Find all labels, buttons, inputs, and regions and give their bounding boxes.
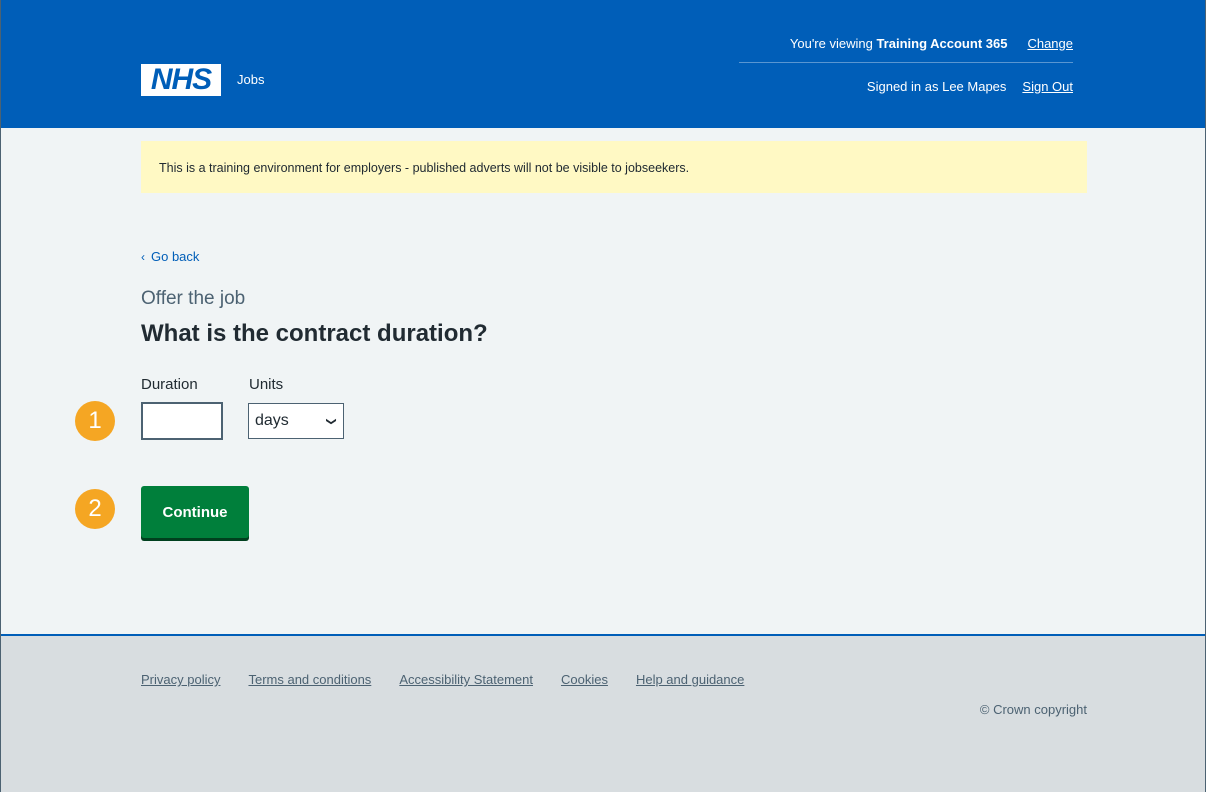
accessibility-statement-link[interactable]: Accessibility Statement bbox=[399, 672, 533, 687]
chevron-left-icon: ‹ bbox=[141, 249, 145, 264]
duration-input[interactable] bbox=[141, 402, 223, 440]
page-caption: Offer the job bbox=[141, 288, 246, 309]
page-title: What is the contract duration? bbox=[141, 320, 488, 347]
site-header: NHS Jobs You're viewing Training Account… bbox=[1, 0, 1205, 128]
signed-in-text: Signed in as Lee Mapes bbox=[866, 79, 1007, 94]
step-marker-2: 2 bbox=[75, 489, 115, 529]
account-info: You're viewing Training Account 365 Chan… bbox=[790, 36, 1073, 51]
help-guidance-link[interactable]: Help and guidance bbox=[636, 672, 744, 687]
sign-out-link[interactable]: Sign Out bbox=[1022, 79, 1073, 94]
site-footer: Privacy policy Terms and conditions Acce… bbox=[1, 634, 1205, 792]
step-marker-1: 1 bbox=[75, 401, 115, 441]
copyright-text: © Crown copyright bbox=[979, 702, 1087, 717]
units-label: Units bbox=[249, 376, 284, 393]
change-account-link[interactable]: Change bbox=[1027, 36, 1073, 51]
continue-button[interactable]: Continue bbox=[141, 486, 249, 538]
service-name[interactable]: Jobs bbox=[237, 72, 264, 87]
duration-label: Duration bbox=[141, 376, 198, 393]
footer-links: Privacy policy Terms and conditions Acce… bbox=[141, 672, 744, 687]
terms-link[interactable]: Terms and conditions bbox=[248, 672, 371, 687]
viewing-prefix: You're viewing bbox=[789, 36, 877, 51]
viewing-account-text: You're viewing Training Account 365 bbox=[790, 36, 1008, 51]
cookies-link[interactable]: Cookies bbox=[561, 672, 608, 687]
units-selected-value: days bbox=[255, 412, 289, 429]
signin-info: Signed in as Lee Mapes Sign Out bbox=[867, 79, 1073, 94]
units-select[interactable]: days ❯ bbox=[248, 403, 344, 439]
nhs-logo[interactable]: NHS bbox=[141, 64, 221, 96]
account-name: Training Account 365 bbox=[876, 36, 1008, 51]
privacy-policy-link[interactable]: Privacy policy bbox=[141, 672, 220, 687]
go-back-link[interactable]: ‹ Go back bbox=[141, 249, 199, 264]
go-back-label: Go back bbox=[151, 249, 200, 264]
header-divider bbox=[739, 62, 1073, 63]
chevron-down-icon: ❯ bbox=[325, 416, 337, 426]
training-environment-banner: This is a training environment for emplo… bbox=[141, 141, 1087, 193]
nhs-logo-text: NHS bbox=[150, 63, 212, 96]
